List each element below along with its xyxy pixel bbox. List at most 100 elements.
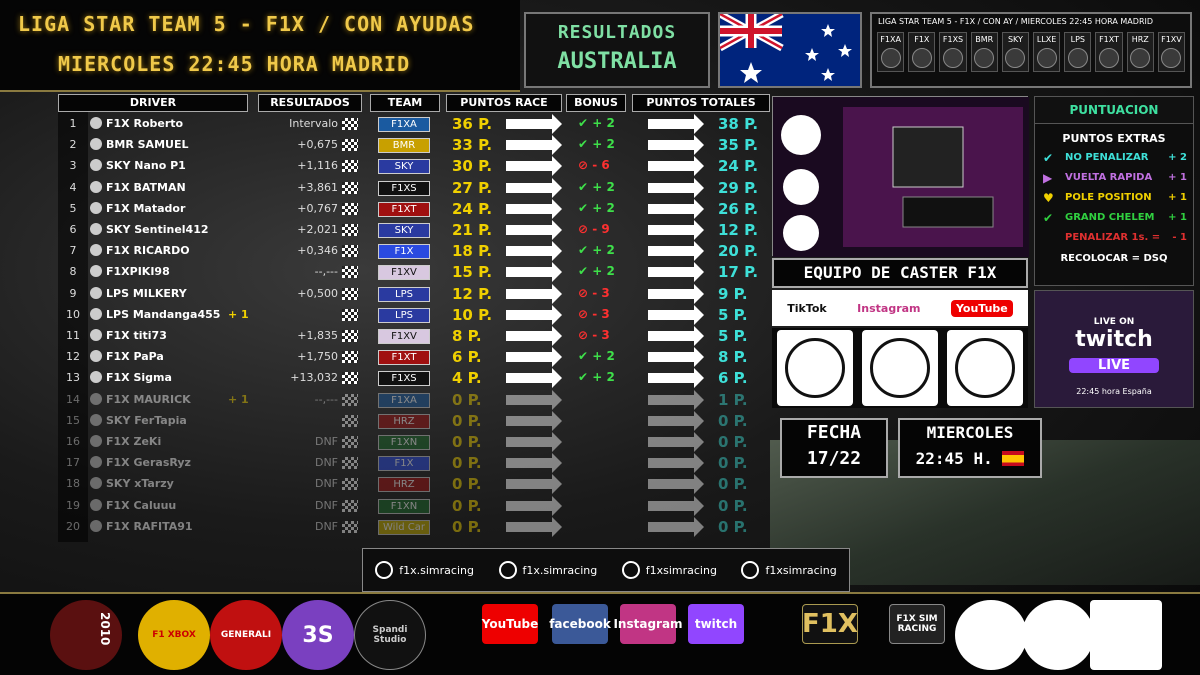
scoring-item: ♥ POLE POSITION + 1 xyxy=(1035,189,1193,209)
row-driver: F1X RAFITA91 xyxy=(90,519,260,533)
row-total-points: 6 P. xyxy=(718,369,748,388)
instagram-link[interactable]: Instagram xyxy=(857,302,920,315)
footer-twitch[interactable]: twitch xyxy=(686,600,746,668)
league-strip-title: LIGA STAR TEAM 5 - F1X / CON AY / MIERCO… xyxy=(878,17,1154,26)
footer-instagram[interactable]: Instagram xyxy=(613,600,683,668)
team-logo: HRZ xyxy=(1126,32,1154,72)
row-race-points: 0 P. xyxy=(452,390,482,409)
driver-name: F1X RAFITA91 xyxy=(106,519,193,533)
twitch-handle[interactable]: f1xsimracing xyxy=(621,561,717,579)
recolocar-rule: RECOLOCAR = DSQ xyxy=(1060,253,1168,264)
day-box: MIERCOLES 22:45 H. xyxy=(898,418,1042,478)
row-race-points: 27 P. xyxy=(452,178,493,197)
sponsor-generali: GENERALI xyxy=(210,600,282,670)
row-team: F1XT xyxy=(378,201,430,217)
row-driver: F1X BATMAN xyxy=(90,180,260,194)
checkered-flag-icon xyxy=(342,330,358,342)
row-position: 5 xyxy=(69,201,77,215)
platform-icon xyxy=(90,435,102,447)
row-result: Intervalo xyxy=(289,117,338,130)
twitch-icon xyxy=(621,561,640,579)
checkered-flag-icon xyxy=(342,202,358,215)
row-total-points: 0 P. xyxy=(718,433,748,451)
live-badge[interactable]: LIVE xyxy=(1069,358,1159,373)
row-team: LPS xyxy=(378,307,430,323)
penalty-icon: ⊘ xyxy=(578,328,589,342)
table-row: 14 F1X MAURICK + 1 --,--- F1XA 0 P. 1 P. xyxy=(58,389,770,410)
sponsor-spandi-studio: Spandi Studio xyxy=(354,600,426,670)
table-row: 3 SKY Nano P1 +1,116 SKY 30 P. ⊘ - 6 24 P. xyxy=(58,156,770,177)
checkered-flag-icon xyxy=(342,457,358,470)
instagram-icon xyxy=(375,561,394,579)
row-total-points: 26 P. xyxy=(718,199,759,218)
checkered-flag-icon xyxy=(342,224,358,236)
driver-name: SKY xTarzy xyxy=(106,477,174,491)
row-result: +0,346 xyxy=(297,244,338,258)
header-total-points: PUNTOS TOTALES xyxy=(632,94,770,112)
table-row: 8 F1XPIKI98 --,--- F1XV 15 P. ✔ + 2 17 P. xyxy=(58,262,770,283)
checkered-flag-icon xyxy=(342,499,358,512)
team-logo: F1XT xyxy=(1095,32,1123,72)
row-result: --,--- xyxy=(314,265,338,279)
header-results: RESULTADOS xyxy=(258,94,362,112)
driver-name: SKY FerTapia xyxy=(106,413,187,427)
team-logo: BMR xyxy=(970,32,998,72)
arrow-icon xyxy=(648,135,704,156)
row-team: LPS xyxy=(378,286,430,302)
youtube-link[interactable]: YouTube xyxy=(950,299,1013,317)
tiktok-link[interactable]: TikTok xyxy=(787,302,827,315)
row-team: Wild Car xyxy=(378,519,430,535)
row-position: 10 xyxy=(66,307,80,321)
day-label: MIERCOLES xyxy=(926,423,1014,442)
row-total-points: 29 P. xyxy=(718,178,759,197)
row-bonus: ✔ + 2 xyxy=(578,264,615,279)
platform-icon xyxy=(90,201,102,214)
caster-team-title: EQUIPO DE CASTER F1X xyxy=(772,258,1028,288)
row-position: 19 xyxy=(66,498,80,512)
row-driver: F1X titi73 xyxy=(90,329,260,342)
arrow-icon xyxy=(506,410,562,431)
row-team: F1XV xyxy=(378,329,430,344)
results-table: DRIVER RESULTADOS TEAM PUNTOS RACE BONUS… xyxy=(58,94,770,544)
row-total-points: 38 P. xyxy=(718,115,759,133)
row-race-points: 18 P. xyxy=(452,242,493,261)
scoring-item: ▶ VUELTA RAPIDA + 1 xyxy=(1035,169,1193,189)
checkered-flag-icon xyxy=(342,181,358,194)
row-result: +2,021 xyxy=(297,223,338,236)
instagram-handle[interactable]: f1x.simracing xyxy=(375,561,474,579)
row-driver: SKY Sentinel412 xyxy=(90,223,260,236)
arrow-icon xyxy=(648,177,704,198)
penalty-icon: ⊘ xyxy=(578,285,589,300)
row-result: DNF xyxy=(314,477,338,491)
footer-facebook[interactable]: facebook xyxy=(549,600,611,668)
row-total-points: 35 P. xyxy=(718,136,759,155)
footer-youtube[interactable]: YouTube xyxy=(480,600,540,668)
arrow-icon xyxy=(648,241,704,262)
arrow-icon xyxy=(648,220,704,240)
scoring-label: PENALIZAR 1s. = xyxy=(1065,232,1161,243)
schedule-title: MIERCOLES 22:45 HORA MADRID xyxy=(58,52,411,76)
row-result: +1,835 xyxy=(297,329,338,342)
row-total-points: 1 P. xyxy=(718,390,748,409)
league-strip: LIGA STAR TEAM 5 - F1X / CON AY / MIERCO… xyxy=(870,12,1192,88)
row-team: F1XN xyxy=(378,498,430,514)
scoring-label: VUELTA RAPIDA xyxy=(1065,172,1153,183)
youtube-handle[interactable]: f1x.simracing xyxy=(498,561,597,579)
arrow-icon xyxy=(506,474,562,495)
tiktok-handle[interactable]: f1xsimracing xyxy=(741,561,837,579)
checkered-flag-icon xyxy=(342,414,358,427)
check-icon: ✔ xyxy=(578,243,589,258)
row-position: 8 xyxy=(69,265,77,279)
scoring-label: POLE POSITION xyxy=(1065,192,1152,203)
arrow-icon xyxy=(648,432,704,452)
toxic-industries-logo xyxy=(776,330,853,406)
team-logos: F1XA F1X F1XS BMR SKY LLXE LPS F1XT HRZ … xyxy=(872,29,1190,75)
twitch-panel: LIVE ON twitch LIVE 22:45 hora España xyxy=(1034,290,1194,408)
row-team: F1XS xyxy=(378,371,430,387)
row-race-points: 24 P. xyxy=(452,199,493,218)
arrow-icon xyxy=(648,368,704,389)
row-position: 4 xyxy=(69,180,77,194)
checkered-flag-icon xyxy=(342,478,358,491)
row-team: HRZ xyxy=(378,413,430,429)
team-logo: F1X xyxy=(908,32,936,72)
